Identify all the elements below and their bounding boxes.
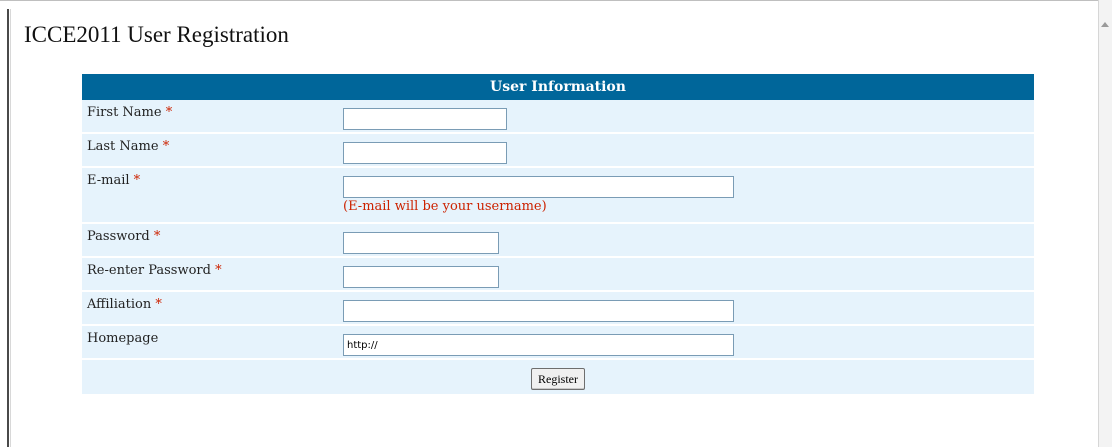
registration-form: User Information First Name * Last Name … [82, 74, 1034, 394]
left-frame-border-inner [10, 9, 11, 447]
homepage-label: Homepage [87, 331, 159, 346]
homepage-input[interactable] [343, 334, 734, 356]
left-frame-border [7, 9, 9, 447]
first-name-input[interactable] [343, 108, 507, 130]
vertical-scrollbar[interactable] [1098, 0, 1112, 447]
password-input[interactable] [343, 232, 499, 254]
form-row-last-name: Last Name * [82, 134, 1034, 168]
last-name-input[interactable] [343, 142, 507, 164]
reenter-password-label: Re-enter Password * [87, 263, 222, 278]
email-username-note: (E-mail will be your username) [343, 199, 547, 214]
form-row-password: Password * [82, 224, 1034, 258]
page-frame: ICCE2011 User Registration User Informat… [0, 0, 1112, 447]
email-label: E-mail * [87, 173, 141, 188]
top-divider [0, 0, 1098, 1]
required-marker: * [133, 173, 141, 188]
submit-row: Register [82, 360, 1034, 394]
reenter-password-input[interactable] [343, 266, 499, 288]
password-label: Password * [87, 229, 161, 244]
email-input[interactable] [343, 176, 734, 198]
register-button[interactable]: Register [531, 368, 585, 390]
affiliation-label: Affiliation * [87, 297, 162, 312]
form-row-email: E-mail * (E-mail will be your username) [82, 168, 1034, 224]
form-row-first-name: First Name * [82, 100, 1034, 134]
form-row-homepage: Homepage [82, 326, 1034, 360]
form-row-reenter-password: Re-enter Password * [82, 258, 1034, 292]
form-row-affiliation: Affiliation * [82, 292, 1034, 326]
page-title: ICCE2011 User Registration [24, 22, 289, 47]
first-name-label: First Name * [87, 105, 173, 120]
required-marker: * [165, 105, 173, 120]
scroll-up-arrow-icon[interactable] [1101, 22, 1109, 27]
affiliation-input[interactable] [343, 300, 734, 322]
required-marker: * [162, 139, 170, 154]
required-marker: * [153, 229, 161, 244]
required-marker: * [155, 297, 162, 312]
form-header: User Information [82, 74, 1034, 100]
last-name-label: Last Name * [87, 139, 170, 154]
required-marker: * [215, 263, 222, 278]
